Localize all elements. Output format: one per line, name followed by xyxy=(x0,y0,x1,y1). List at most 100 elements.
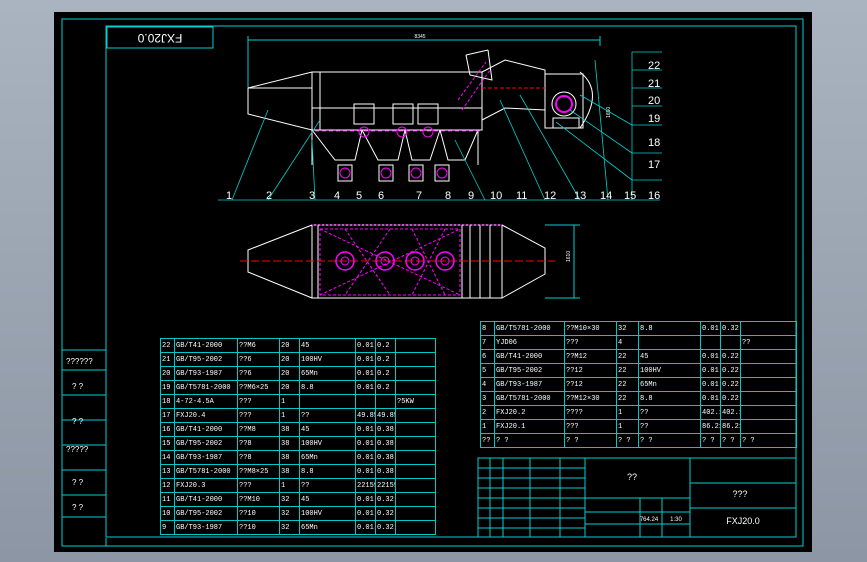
bom-cell: 402.11 xyxy=(720,405,741,420)
bom-row: 20 GB/T93-1987 ??6 20 65Mn 0.01 0.2 xyxy=(160,366,436,381)
bom-row: 2FXJ20.2????1??402.11402.11 xyxy=(480,405,797,420)
bom-row: 9 GB/T93-1987 ??10 32 65Mn 0.01 0.32 xyxy=(160,520,436,535)
bom-row: 3 GB/T5781-2000 ??M12×30 22 8.8 0.01 0.22 xyxy=(480,391,797,406)
bom-cell: GB/T41-2000 xyxy=(494,349,565,364)
part-num-15: 15 xyxy=(624,190,636,202)
bom-cell xyxy=(395,380,436,395)
bom-cell: GB/T5781-2000 xyxy=(494,391,565,406)
bom-cell: 0.38 xyxy=(375,464,396,479)
bom-row: 7 YJD06??? 4?? xyxy=(480,335,797,350)
bom-cell: 15 xyxy=(160,436,175,451)
bom-cell: 0.22 xyxy=(720,377,741,392)
bom-cell: GB/T95-2002 xyxy=(494,363,565,378)
bom-cell: 10 xyxy=(160,506,175,521)
bom-cell: 8.8 xyxy=(638,391,701,406)
bom-cell: 13 xyxy=(160,464,175,479)
bom-cell xyxy=(375,394,396,409)
bom-cell: ??M10×30 xyxy=(564,321,617,336)
bom-row: 22 GB/T41-2000 ??M6 20 45 0.01 0.2 xyxy=(160,338,436,353)
side-label-5: ? ? xyxy=(72,478,84,487)
part-num-3: 3 xyxy=(309,190,315,202)
bom-cell: 4-72-4.5A xyxy=(174,394,238,409)
bom-cell xyxy=(740,363,797,378)
bom-cell xyxy=(395,352,436,367)
part-num-18: 18 xyxy=(648,137,660,149)
bom-cell: 7 xyxy=(480,335,495,350)
bom-cell: 8.8 xyxy=(299,464,356,479)
bom-cell: ??? xyxy=(237,408,280,423)
bom-cell: ?? xyxy=(480,433,495,448)
bom-cell: 0.01 xyxy=(355,506,376,521)
bom-cell: GB/T93-1987 xyxy=(174,366,238,381)
bom-cell: 21 xyxy=(160,352,175,367)
bom-cell: ??12 xyxy=(564,377,617,392)
bom-cell xyxy=(395,366,436,381)
bom-cell: 0.32 xyxy=(375,520,396,535)
bom-cell: ? ? xyxy=(494,433,565,448)
bom-cell: 0.32 xyxy=(375,492,396,507)
title-code: FXJ20.0 xyxy=(726,516,760,526)
bom-cell: 0.22 xyxy=(720,349,741,364)
part-num-8: 8 xyxy=(445,190,451,202)
bom-cell: ??M12 xyxy=(564,349,617,364)
bom-cell: ? ? xyxy=(740,433,797,448)
part-num-7: 7 xyxy=(416,190,422,202)
bom-cell: 0.2 xyxy=(375,366,396,381)
bom-cell: 0.38 xyxy=(375,450,396,465)
part-num-21: 21 xyxy=(648,78,660,90)
part-num-16: 16 xyxy=(648,190,660,202)
bom-cell: 38 xyxy=(279,436,300,451)
bom-cell: 1 xyxy=(480,419,495,434)
bom-cell: 6 xyxy=(480,349,495,364)
bom-cell: 0.2 xyxy=(375,338,396,353)
part-num-2: 2 xyxy=(266,190,272,202)
bom-cell xyxy=(395,492,436,507)
bom-cell: ???? xyxy=(564,405,617,420)
title-weight: 764.24 xyxy=(640,517,659,523)
bom-cell: 0.2 xyxy=(375,380,396,395)
bom-cell xyxy=(740,391,797,406)
bom-cell xyxy=(740,419,797,434)
bom-cell: GB/T41-2000 xyxy=(174,422,238,437)
bom-cell xyxy=(700,335,721,350)
bom-row: 14 GB/T93-1987 ??8 38 65Mn 0.01 0.38 xyxy=(160,450,436,465)
bom-cell: 86.21 xyxy=(700,419,721,434)
bom-cell xyxy=(638,335,701,350)
bom-cell: GB/T5781-2000 xyxy=(174,380,238,395)
bom-cell: FXJ20.4 xyxy=(174,408,238,423)
bom-cell: ??6 xyxy=(237,352,280,367)
part-num-19: 19 xyxy=(648,113,660,125)
bom-cell: ??? xyxy=(564,419,617,434)
part-num-1: 1 xyxy=(226,190,232,202)
bom-cell: 49.85 xyxy=(355,408,376,423)
side-label-2: ? ? xyxy=(72,382,84,391)
bom-cell: ?? xyxy=(740,335,797,350)
bom-cell: ??M6×25 xyxy=(237,380,280,395)
bom-cell: 38 xyxy=(279,450,300,465)
part-num-4: 4 xyxy=(334,190,340,202)
bom-cell: 0.01 xyxy=(355,366,376,381)
bom-cell: 8.8 xyxy=(638,321,701,336)
bom-cell: ??8 xyxy=(237,450,280,465)
top-view-colored xyxy=(240,224,555,296)
bom-row: 4 GB/T93-1987 ??12 22 65Mn 0.01 0.22 xyxy=(480,377,797,392)
bom-cell: 0.01 xyxy=(700,321,721,336)
bom-cell: 5 xyxy=(480,363,495,378)
bom-row: 8 GB/T5781-2000 ??M10×30 32 8.8 0.01 0.32 xyxy=(480,321,797,336)
bom-row: 19 GB/T5781-2000 ??M6×25 20 8.8 0.01 0.2 xyxy=(160,380,436,395)
bom-cell: GB/T93-1987 xyxy=(174,450,238,465)
bom-row: 1FXJ20.1???1??86.2186.21 xyxy=(480,419,797,434)
bom-cell: 17 xyxy=(160,408,175,423)
bom-row: 13 GB/T5781-2000 ??M8×25 38 8.8 0.01 0.38 xyxy=(160,464,436,479)
bom-cell: 20 xyxy=(279,380,300,395)
title-name: ?? xyxy=(627,472,637,482)
bom-row: ??? ?? ?? ?? ?? ?? ?? ? xyxy=(480,433,797,448)
bom-cell: 402.11 xyxy=(700,405,721,420)
bom-cell: ??M8×25 xyxy=(237,464,280,479)
bom-cell: ? ? xyxy=(700,433,721,448)
bom-cell: 100HV xyxy=(299,352,356,367)
bom-cell: ??? xyxy=(237,394,280,409)
bom-cell: GB/T5781-2000 xyxy=(174,464,238,479)
bom-row: 6 GB/T41-2000 ??M12 22 45 0.01 0.22 xyxy=(480,349,797,364)
bom-cell: 0.01 xyxy=(700,391,721,406)
